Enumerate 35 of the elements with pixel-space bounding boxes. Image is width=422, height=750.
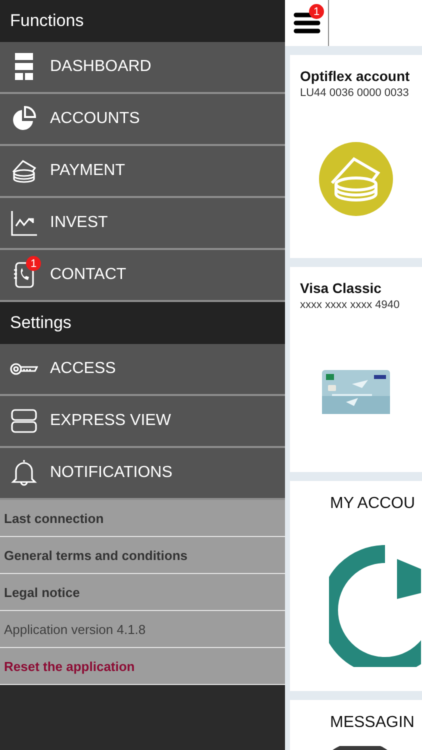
menu-link[interactable]: General terms and conditions bbox=[0, 537, 285, 574]
payment-icon bbox=[318, 140, 394, 216]
card-background[interactable]: Visa Classic xxxx xxxx xxxx 4940 bbox=[290, 267, 422, 472]
payment-icon bbox=[10, 158, 38, 184]
card-background[interactable]: Optiflex account LU44 0036 0000 0033 bbox=[290, 55, 422, 258]
menu-item[interactable]: 1 CONTACT bbox=[0, 250, 285, 302]
menu-link[interactable]: Legal notice bbox=[0, 574, 285, 611]
notification-badge: 1 bbox=[26, 256, 41, 271]
menu-item[interactable]: EXPRESS VIEW bbox=[0, 396, 285, 448]
tile-title: MESSAGIN bbox=[330, 714, 416, 732]
card-title: Optiflex account bbox=[300, 68, 411, 84]
menu-item[interactable]: PAYMENT bbox=[0, 146, 285, 198]
card-number: xxxx xxxx xxxx 4940 bbox=[300, 299, 401, 311]
section-header: Functions bbox=[0, 0, 285, 42]
card-background[interactable]: MESSAGIN bbox=[290, 700, 422, 750]
version-text: Application version 4.1.8 bbox=[0, 611, 285, 648]
card-background[interactable]: MY ACCOU bbox=[290, 481, 422, 691]
card-number: LU44 0036 0000 0033 bbox=[300, 87, 410, 99]
pie-chart-icon bbox=[11, 106, 37, 132]
line-chart-icon bbox=[11, 210, 37, 236]
notification-badge: 1 bbox=[309, 4, 324, 19]
section-header: Settings bbox=[0, 302, 285, 344]
phone-book-icon bbox=[13, 261, 35, 289]
menu-item[interactable]: INVEST bbox=[0, 198, 285, 250]
menu-item[interactable]: ACCESS bbox=[0, 344, 285, 396]
menu-link[interactable]: Last connection bbox=[0, 500, 285, 537]
menu-item[interactable]: ACCOUNTS bbox=[0, 94, 285, 146]
menu-item[interactable]: DASHBOARD bbox=[0, 42, 285, 94]
dashboard-icon bbox=[14, 53, 34, 81]
bell-icon bbox=[11, 459, 37, 487]
tile-title: MY ACCOU bbox=[330, 495, 416, 513]
key-icon bbox=[10, 362, 38, 376]
stacked-panels-icon bbox=[11, 409, 37, 433]
card-title: Visa Classic bbox=[300, 280, 382, 296]
menu-item[interactable]: NOTIFICATIONS bbox=[0, 448, 285, 500]
